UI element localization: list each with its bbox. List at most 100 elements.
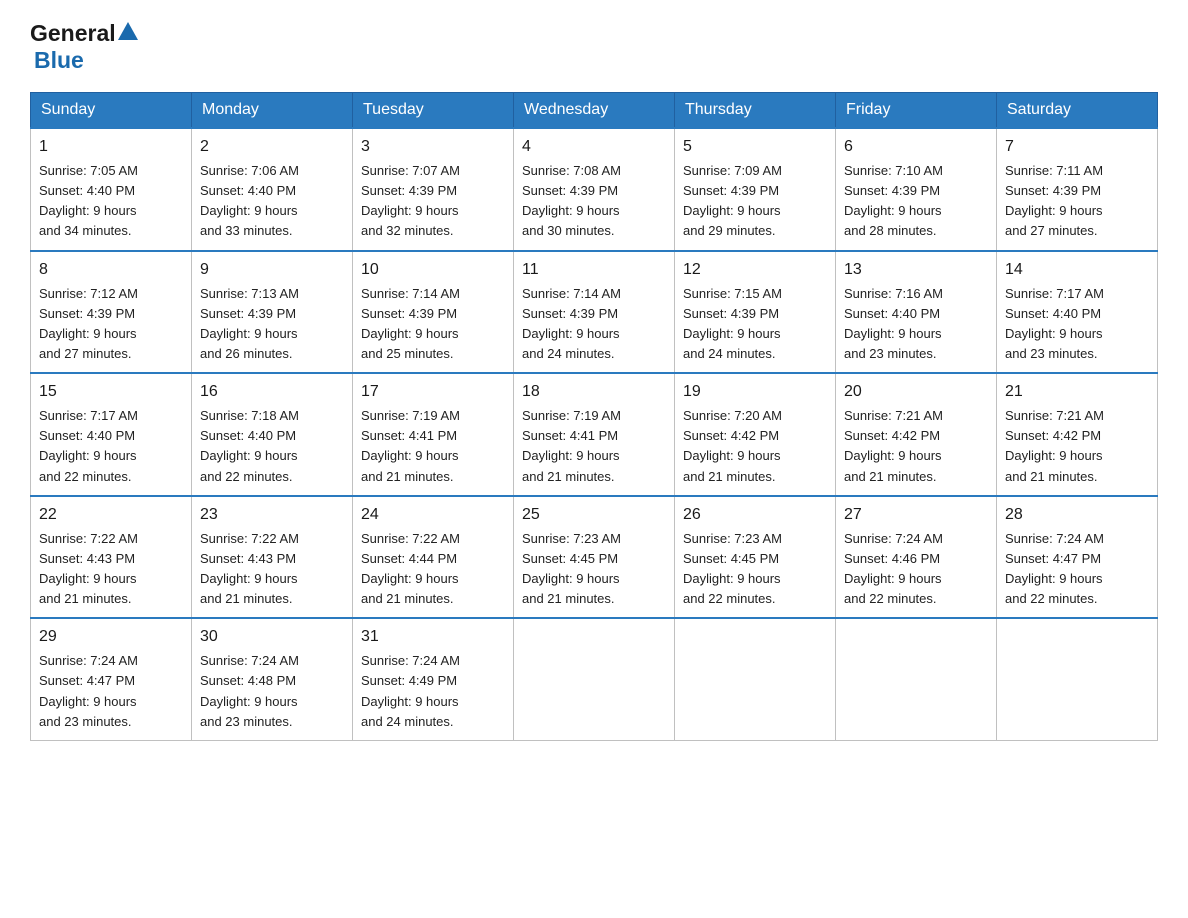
calendar-cell: 27 Sunrise: 7:24 AMSunset: 4:46 PMDaylig… bbox=[836, 496, 997, 619]
day-number: 9 bbox=[200, 258, 344, 282]
day-number: 5 bbox=[683, 135, 827, 159]
day-info: Sunrise: 7:07 AMSunset: 4:39 PMDaylight:… bbox=[361, 163, 460, 238]
calendar-cell: 13 Sunrise: 7:16 AMSunset: 4:40 PMDaylig… bbox=[836, 251, 997, 374]
day-info: Sunrise: 7:11 AMSunset: 4:39 PMDaylight:… bbox=[1005, 163, 1103, 238]
calendar-cell: 11 Sunrise: 7:14 AMSunset: 4:39 PMDaylig… bbox=[514, 251, 675, 374]
day-number: 11 bbox=[522, 258, 666, 282]
day-of-week-tuesday: Tuesday bbox=[353, 93, 514, 129]
day-number: 4 bbox=[522, 135, 666, 159]
day-number: 22 bbox=[39, 503, 183, 527]
day-number: 8 bbox=[39, 258, 183, 282]
calendar-cell bbox=[997, 618, 1158, 740]
day-of-week-monday: Monday bbox=[192, 93, 353, 129]
day-info: Sunrise: 7:16 AMSunset: 4:40 PMDaylight:… bbox=[844, 286, 943, 361]
calendar-week-3: 15 Sunrise: 7:17 AMSunset: 4:40 PMDaylig… bbox=[31, 373, 1158, 496]
calendar-cell: 9 Sunrise: 7:13 AMSunset: 4:39 PMDayligh… bbox=[192, 251, 353, 374]
day-info: Sunrise: 7:14 AMSunset: 4:39 PMDaylight:… bbox=[361, 286, 460, 361]
calendar-header: SundayMondayTuesdayWednesdayThursdayFrid… bbox=[31, 93, 1158, 129]
logo-blue-text: Blue bbox=[34, 47, 84, 73]
day-info: Sunrise: 7:22 AMSunset: 4:43 PMDaylight:… bbox=[200, 531, 299, 606]
calendar-cell: 23 Sunrise: 7:22 AMSunset: 4:43 PMDaylig… bbox=[192, 496, 353, 619]
calendar-cell: 30 Sunrise: 7:24 AMSunset: 4:48 PMDaylig… bbox=[192, 618, 353, 740]
calendar-cell: 10 Sunrise: 7:14 AMSunset: 4:39 PMDaylig… bbox=[353, 251, 514, 374]
calendar-cell: 19 Sunrise: 7:20 AMSunset: 4:42 PMDaylig… bbox=[675, 373, 836, 496]
day-number: 19 bbox=[683, 380, 827, 404]
calendar-week-4: 22 Sunrise: 7:22 AMSunset: 4:43 PMDaylig… bbox=[31, 496, 1158, 619]
calendar-table: SundayMondayTuesdayWednesdayThursdayFrid… bbox=[30, 92, 1158, 741]
calendar-cell: 6 Sunrise: 7:10 AMSunset: 4:39 PMDayligh… bbox=[836, 128, 997, 251]
day-info: Sunrise: 7:24 AMSunset: 4:49 PMDaylight:… bbox=[361, 653, 460, 728]
calendar-cell: 31 Sunrise: 7:24 AMSunset: 4:49 PMDaylig… bbox=[353, 618, 514, 740]
calendar-cell: 3 Sunrise: 7:07 AMSunset: 4:39 PMDayligh… bbox=[353, 128, 514, 251]
calendar-cell: 4 Sunrise: 7:08 AMSunset: 4:39 PMDayligh… bbox=[514, 128, 675, 251]
day-number: 14 bbox=[1005, 258, 1149, 282]
calendar-cell: 24 Sunrise: 7:22 AMSunset: 4:44 PMDaylig… bbox=[353, 496, 514, 619]
day-of-week-friday: Friday bbox=[836, 93, 997, 129]
day-number: 26 bbox=[683, 503, 827, 527]
day-info: Sunrise: 7:08 AMSunset: 4:39 PMDaylight:… bbox=[522, 163, 621, 238]
day-of-week-sunday: Sunday bbox=[31, 93, 192, 129]
day-number: 31 bbox=[361, 625, 505, 649]
calendar-cell bbox=[514, 618, 675, 740]
calendar-week-1: 1 Sunrise: 7:05 AMSunset: 4:40 PMDayligh… bbox=[31, 128, 1158, 251]
day-info: Sunrise: 7:24 AMSunset: 4:48 PMDaylight:… bbox=[200, 653, 299, 728]
day-of-week-thursday: Thursday bbox=[675, 93, 836, 129]
calendar-week-2: 8 Sunrise: 7:12 AMSunset: 4:39 PMDayligh… bbox=[31, 251, 1158, 374]
calendar-cell: 29 Sunrise: 7:24 AMSunset: 4:47 PMDaylig… bbox=[31, 618, 192, 740]
calendar-week-5: 29 Sunrise: 7:24 AMSunset: 4:47 PMDaylig… bbox=[31, 618, 1158, 740]
day-number: 17 bbox=[361, 380, 505, 404]
calendar-cell: 7 Sunrise: 7:11 AMSunset: 4:39 PMDayligh… bbox=[997, 128, 1158, 251]
day-number: 10 bbox=[361, 258, 505, 282]
day-number: 3 bbox=[361, 135, 505, 159]
day-number: 27 bbox=[844, 503, 988, 527]
days-of-week-row: SundayMondayTuesdayWednesdayThursdayFrid… bbox=[31, 93, 1158, 129]
day-number: 25 bbox=[522, 503, 666, 527]
day-info: Sunrise: 7:22 AMSunset: 4:43 PMDaylight:… bbox=[39, 531, 138, 606]
calendar-cell: 16 Sunrise: 7:18 AMSunset: 4:40 PMDaylig… bbox=[192, 373, 353, 496]
logo-triangle-icon bbox=[118, 22, 138, 40]
day-number: 30 bbox=[200, 625, 344, 649]
day-info: Sunrise: 7:06 AMSunset: 4:40 PMDaylight:… bbox=[200, 163, 299, 238]
day-info: Sunrise: 7:13 AMSunset: 4:39 PMDaylight:… bbox=[200, 286, 299, 361]
calendar-cell bbox=[675, 618, 836, 740]
day-number: 13 bbox=[844, 258, 988, 282]
day-info: Sunrise: 7:24 AMSunset: 4:47 PMDaylight:… bbox=[39, 653, 138, 728]
logo-general-text: General bbox=[30, 20, 116, 47]
day-of-week-wednesday: Wednesday bbox=[514, 93, 675, 129]
day-of-week-saturday: Saturday bbox=[997, 93, 1158, 129]
page-header: General Blue bbox=[30, 20, 1158, 74]
day-info: Sunrise: 7:24 AMSunset: 4:46 PMDaylight:… bbox=[844, 531, 943, 606]
calendar-cell: 18 Sunrise: 7:19 AMSunset: 4:41 PMDaylig… bbox=[514, 373, 675, 496]
calendar-cell: 2 Sunrise: 7:06 AMSunset: 4:40 PMDayligh… bbox=[192, 128, 353, 251]
day-number: 6 bbox=[844, 135, 988, 159]
calendar-cell: 8 Sunrise: 7:12 AMSunset: 4:39 PMDayligh… bbox=[31, 251, 192, 374]
day-info: Sunrise: 7:05 AMSunset: 4:40 PMDaylight:… bbox=[39, 163, 138, 238]
day-number: 18 bbox=[522, 380, 666, 404]
day-info: Sunrise: 7:21 AMSunset: 4:42 PMDaylight:… bbox=[1005, 408, 1104, 483]
day-number: 23 bbox=[200, 503, 344, 527]
calendar-cell: 22 Sunrise: 7:22 AMSunset: 4:43 PMDaylig… bbox=[31, 496, 192, 619]
day-info: Sunrise: 7:18 AMSunset: 4:40 PMDaylight:… bbox=[200, 408, 299, 483]
calendar-cell: 26 Sunrise: 7:23 AMSunset: 4:45 PMDaylig… bbox=[675, 496, 836, 619]
calendar-body: 1 Sunrise: 7:05 AMSunset: 4:40 PMDayligh… bbox=[31, 128, 1158, 740]
calendar-cell bbox=[836, 618, 997, 740]
day-info: Sunrise: 7:24 AMSunset: 4:47 PMDaylight:… bbox=[1005, 531, 1104, 606]
day-info: Sunrise: 7:17 AMSunset: 4:40 PMDaylight:… bbox=[39, 408, 138, 483]
calendar-cell: 20 Sunrise: 7:21 AMSunset: 4:42 PMDaylig… bbox=[836, 373, 997, 496]
day-number: 15 bbox=[39, 380, 183, 404]
calendar-cell: 25 Sunrise: 7:23 AMSunset: 4:45 PMDaylig… bbox=[514, 496, 675, 619]
day-info: Sunrise: 7:23 AMSunset: 4:45 PMDaylight:… bbox=[683, 531, 782, 606]
day-info: Sunrise: 7:23 AMSunset: 4:45 PMDaylight:… bbox=[522, 531, 621, 606]
day-number: 1 bbox=[39, 135, 183, 159]
day-info: Sunrise: 7:12 AMSunset: 4:39 PMDaylight:… bbox=[39, 286, 138, 361]
day-number: 29 bbox=[39, 625, 183, 649]
day-info: Sunrise: 7:21 AMSunset: 4:42 PMDaylight:… bbox=[844, 408, 943, 483]
day-number: 2 bbox=[200, 135, 344, 159]
day-info: Sunrise: 7:19 AMSunset: 4:41 PMDaylight:… bbox=[522, 408, 621, 483]
calendar-cell: 28 Sunrise: 7:24 AMSunset: 4:47 PMDaylig… bbox=[997, 496, 1158, 619]
day-number: 20 bbox=[844, 380, 988, 404]
day-number: 16 bbox=[200, 380, 344, 404]
day-number: 24 bbox=[361, 503, 505, 527]
calendar-cell: 21 Sunrise: 7:21 AMSunset: 4:42 PMDaylig… bbox=[997, 373, 1158, 496]
day-info: Sunrise: 7:19 AMSunset: 4:41 PMDaylight:… bbox=[361, 408, 460, 483]
